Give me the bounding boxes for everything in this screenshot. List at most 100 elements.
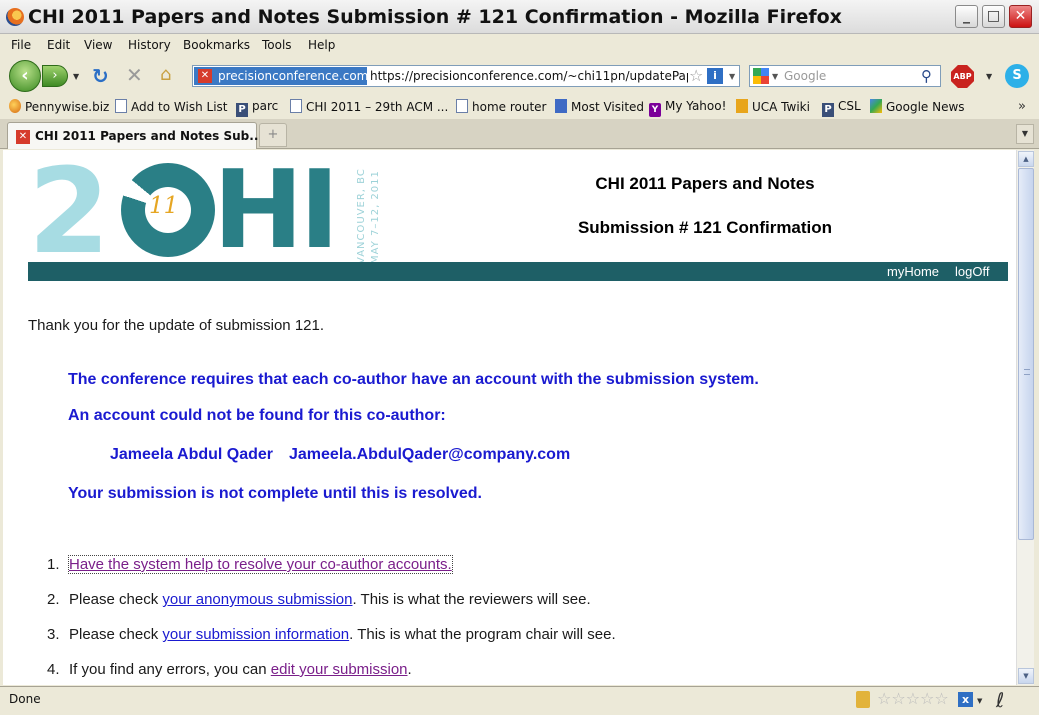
status-bar: Done ☆☆☆☆☆ x ▼ ℓ	[0, 686, 1039, 715]
bookmark-csl[interactable]: P CSL	[822, 99, 861, 117]
coauthor-email: Jameela.AbdulQader@company.com	[289, 446, 571, 463]
skype-icon[interactable]: S	[1005, 64, 1029, 88]
globe-icon	[9, 99, 21, 113]
bookmark-most-visited[interactable]: Most Visited	[555, 99, 644, 114]
anonymous-submission-link[interactable]: your anonymous submission	[162, 591, 352, 608]
url-text[interactable]: https://precisionconference.com/~chi11pn…	[370, 69, 688, 83]
tab-active[interactable]: ✕ CHI 2011 Papers and Notes Sub...	[7, 122, 263, 149]
my-home-link[interactable]: myHome	[887, 264, 939, 279]
list-item: 3. Please check your submission informati…	[47, 626, 616, 643]
security-lock-icon[interactable]	[856, 691, 870, 708]
scrollbar-thumb[interactable]	[1018, 168, 1034, 540]
bookmark-uca-twiki[interactable]: UCA Twiki	[736, 99, 810, 114]
log-off-link[interactable]: logOff	[955, 264, 989, 279]
page-info-icon[interactable]: i	[707, 68, 723, 84]
tab-favicon-icon: ✕	[16, 130, 30, 144]
bookmark-google-news[interactable]: Google News	[870, 99, 965, 114]
submission-information-link[interactable]: your submission information	[162, 626, 349, 643]
navigation-toolbar: ‹ › ▼ ↻ ✕ ⌂ ✕ precisionconference.com ht…	[0, 57, 1039, 95]
coauthor-name: Jameela Abdul Qader	[110, 446, 274, 463]
chi-2011-logo: 2 11 HI VANCOUVER, BC MAY 7–12, 2011	[28, 150, 381, 280]
chart-icon	[555, 99, 567, 113]
stop-icon[interactable]: ✕	[126, 63, 143, 87]
yahoo-icon: Y	[649, 103, 661, 117]
address-bar[interactable]: ✕ precisionconference.com https://precis…	[192, 65, 740, 87]
back-button[interactable]: ‹	[9, 60, 41, 92]
menu-help[interactable]: Help	[308, 38, 335, 52]
bookmark-chi-2011[interactable]: CHI 2011 – 29th ACM ...	[290, 99, 448, 114]
logo-location-dates: VANCOUVER, BC MAY 7–12, 2011	[356, 164, 388, 264]
search-bar[interactable]: ▼ Google ⚲	[749, 65, 941, 87]
bookmark-add-to-wish-list[interactable]: Add to Wish List	[115, 99, 228, 114]
menu-bookmarks[interactable]: Bookmarks	[183, 38, 250, 52]
bookmarks-toolbar: Pennywise.biz Add to Wish List Pparc CHI…	[0, 96, 1039, 118]
window-title: CHI 2011 Papers and Notes Submission # 1…	[28, 6, 842, 28]
tab-label: CHI 2011 Papers and Notes Sub...	[35, 129, 263, 143]
bookmarks-overflow-chevron-icon[interactable]: »	[1018, 99, 1026, 114]
logo-year: 11	[149, 193, 179, 219]
coauthor-requirement-notice: The conference requires that each co-aut…	[68, 371, 759, 388]
reload-icon[interactable]: ↻	[92, 64, 109, 88]
list-item: 2. Please check your anonymous submission…	[47, 591, 591, 608]
edit-submission-link[interactable]: edit your submission	[271, 661, 408, 678]
history-dropdown-icon[interactable]: ▼	[73, 72, 79, 81]
incomplete-submission-notice: Your submission is not complete until th…	[68, 485, 482, 502]
logo-dates: MAY 7–12, 2011	[370, 170, 381, 264]
tab-bar: ✕ CHI 2011 Papers and Notes Sub... + ▼	[0, 119, 1039, 149]
account-not-found-notice: An account could not be found for this c…	[68, 407, 446, 424]
pen-icon[interactable]: ℓ	[996, 688, 1004, 712]
bookmark-home-router[interactable]: home router	[456, 99, 546, 114]
menu-tools[interactable]: Tools	[262, 38, 292, 52]
window-title-bar: CHI 2011 Papers and Notes Submission # 1…	[0, 0, 1039, 34]
resolve-coauthor-accounts-link[interactable]: Have the system help to resolve your co-…	[68, 555, 453, 574]
bookmark-parc[interactable]: Pparc	[236, 99, 278, 117]
adblock-plus-icon[interactable]: ABP	[951, 65, 974, 88]
scroll-down-icon[interactable]: ▼	[1018, 668, 1034, 684]
thanks-message: Thank you for the update of submission 1…	[28, 317, 325, 334]
search-icon[interactable]: ⚲	[921, 67, 932, 85]
search-engine-dropdown-icon[interactable]: ▼	[772, 72, 778, 81]
menu-edit[interactable]: Edit	[47, 38, 70, 52]
search-input[interactable]: Google	[784, 69, 826, 83]
site-favicon-icon: ✕	[198, 69, 212, 83]
p-icon: P	[236, 103, 248, 117]
logo-location: VANCOUVER, BC	[356, 168, 367, 264]
extension-x-icon[interactable]: x	[958, 692, 973, 707]
page-icon	[115, 99, 127, 113]
news-icon	[870, 99, 882, 113]
site-nav-strip: myHome logOff	[28, 262, 1008, 281]
site-identity-label: precisionconference.com	[218, 69, 367, 83]
site-identity-button[interactable]: ✕ precisionconference.com	[194, 67, 367, 85]
page-icon	[290, 99, 302, 113]
page-viewport: 2 11 HI VANCOUVER, BC MAY 7–12, 2011 CHI…	[3, 150, 1016, 685]
rating-stars-icon[interactable]: ☆☆☆☆☆	[877, 689, 949, 708]
logo-digit: 2	[28, 150, 110, 280]
menu-bar: File Edit View History Bookmarks Tools H…	[0, 35, 1039, 56]
new-tab-button[interactable]: +	[259, 123, 287, 147]
menu-view[interactable]: View	[84, 38, 112, 52]
status-text: Done	[9, 692, 41, 706]
minimize-button[interactable]: _	[955, 5, 978, 28]
bookmark-star-icon[interactable]: ☆	[689, 66, 703, 85]
page-title: CHI 2011 Papers and Notes	[595, 174, 815, 193]
url-dropdown-icon[interactable]: ▼	[729, 72, 735, 81]
bookmark-my-yahoo[interactable]: Y My Yahoo!	[649, 99, 726, 117]
list-item: 4. If you find any errors, you can edit y…	[47, 661, 412, 678]
menu-file[interactable]: File	[11, 38, 31, 52]
page-icon	[456, 99, 468, 113]
google-engine-icon[interactable]	[753, 68, 769, 84]
maximize-button[interactable]: □	[982, 5, 1005, 28]
close-window-button[interactable]: ✕	[1009, 5, 1032, 28]
tab-list-dropdown-icon[interactable]: ▼	[1016, 124, 1034, 144]
extension-dropdown-icon[interactable]: ▼	[977, 697, 982, 705]
bookmark-pennywise[interactable]: Pennywise.biz	[9, 99, 109, 114]
twiki-icon	[736, 99, 748, 113]
home-icon[interactable]: ⌂	[160, 64, 171, 85]
adblock-dropdown-icon[interactable]: ▼	[986, 72, 992, 81]
scroll-up-icon[interactable]: ▲	[1018, 151, 1034, 167]
forward-button[interactable]: ›	[42, 65, 68, 87]
menu-history[interactable]: History	[128, 38, 171, 52]
vertical-scrollbar[interactable]: ▲ ▼	[1016, 150, 1034, 685]
logo-letters: HI	[213, 150, 340, 273]
list-item: 1. Have the system help to resolve your c…	[47, 555, 453, 574]
